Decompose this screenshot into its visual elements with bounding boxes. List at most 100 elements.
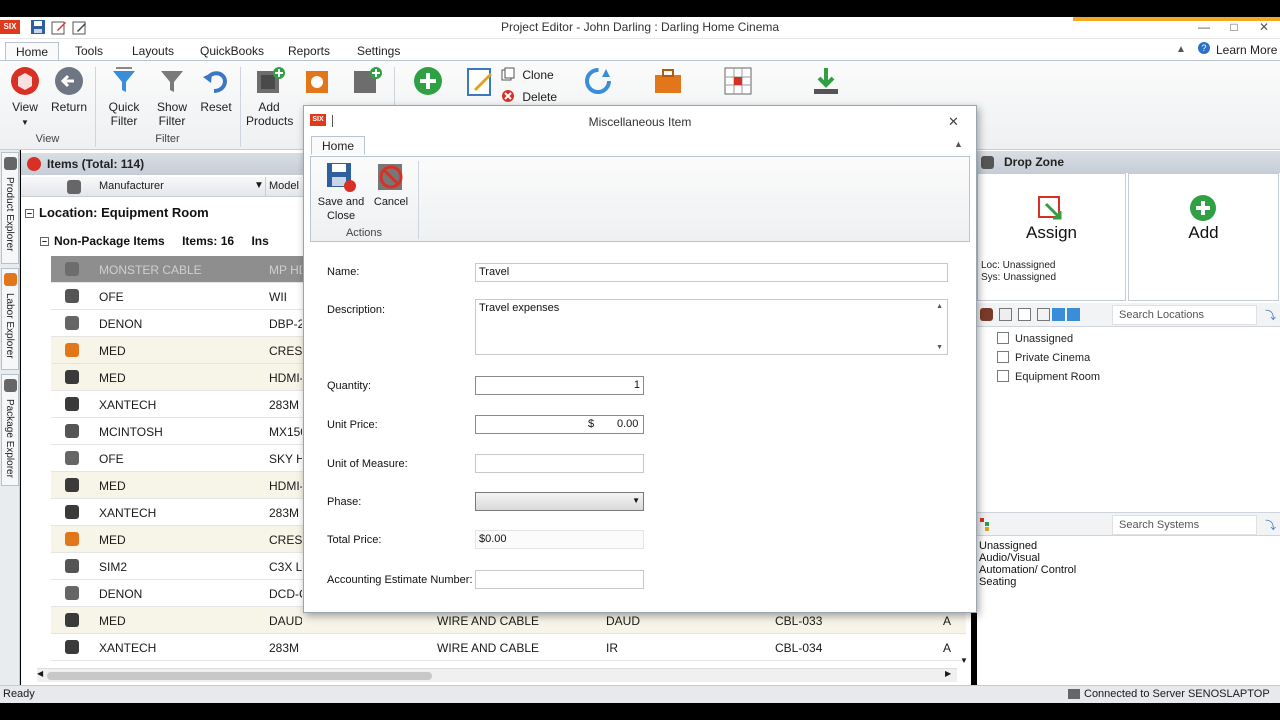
- column-manufacturer[interactable]: Manufacturer: [99, 180, 164, 192]
- quick-filter-button[interactable]: Quick Filter: [102, 65, 146, 128]
- labor-icon: [4, 273, 17, 286]
- location-item-unassigned[interactable]: Unassigned: [997, 332, 1073, 345]
- cancel-label: Cancel: [373, 196, 409, 208]
- new-item-button[interactable]: [410, 65, 446, 100]
- name-field[interactable]: Travel: [475, 263, 948, 282]
- group-count: Items: 16: [182, 234, 235, 248]
- save-close-button[interactable]: Save and Close: [315, 161, 367, 223]
- category-cell: WIRE AND CABLE: [437, 614, 540, 628]
- add-labor-button[interactable]: [300, 65, 336, 100]
- return-label: Return: [50, 100, 88, 114]
- model-cell: DCD-C: [269, 587, 302, 601]
- clone-button[interactable]: Clone: [501, 67, 561, 85]
- dialog-tab-home[interactable]: Home: [311, 136, 366, 155]
- collapse-icon[interactable]: –: [40, 237, 49, 246]
- show-filter-button[interactable]: Show Filter: [150, 65, 194, 128]
- horizontal-scrollbar[interactable]: ◀ ▶: [37, 668, 957, 682]
- group-label-filter: Filter: [155, 133, 180, 145]
- add-products-button[interactable]: Add Products: [246, 65, 293, 128]
- add-package-button[interactable]: [348, 65, 384, 100]
- vertical-scrollbar[interactable]: ▼: [957, 620, 971, 668]
- edit-grid-button[interactable]: [720, 65, 756, 100]
- accounting-estimate-field[interactable]: [475, 570, 644, 589]
- expand-all-icon[interactable]: [1052, 308, 1065, 321]
- scroll-up-icon[interactable]: ▲: [936, 303, 943, 310]
- items-total-title: Items (Total: 114): [47, 157, 145, 171]
- information-button[interactable]: [650, 65, 686, 100]
- location-checkbox[interactable]: [997, 351, 1009, 363]
- reset-button[interactable]: Reset: [198, 65, 234, 114]
- phase-select[interactable]: ▼: [475, 492, 644, 511]
- return-button[interactable]: Return: [50, 65, 88, 114]
- package-group-header[interactable]: – Non-Package Items Items: 16 Ins: [40, 234, 269, 248]
- scroll-down-icon[interactable]: ▼: [936, 344, 943, 351]
- scroll-left-icon[interactable]: ◀: [37, 669, 43, 678]
- collapse-ribbon-icon[interactable]: ▲: [954, 139, 963, 149]
- view-button[interactable]: View ▼: [6, 65, 44, 130]
- location-item-label: Private Cinema: [1015, 352, 1091, 364]
- filter-icon[interactable]: ▼: [254, 180, 264, 191]
- location-group-header[interactable]: – Location: Equipment Room: [25, 205, 209, 220]
- systems-tree-icon[interactable]: [980, 518, 994, 531]
- location-item-private-cinema[interactable]: Private Cinema: [997, 351, 1090, 364]
- package-explorer-label: Package Explorer: [4, 399, 15, 478]
- location-checkbox[interactable]: [997, 370, 1009, 382]
- collapse-ribbon-icon[interactable]: ▲: [1176, 44, 1186, 55]
- manufacturer-cell: MED: [99, 479, 126, 493]
- location-item-equipment-room[interactable]: Equipment Room: [997, 370, 1100, 383]
- tab-layouts[interactable]: Layouts: [122, 42, 184, 61]
- search-arrow-icon[interactable]: ⤵: [1265, 307, 1276, 323]
- collapse-icon[interactable]: –: [25, 209, 34, 218]
- refresh-button[interactable]: [580, 65, 616, 100]
- system-item-unassigned[interactable]: Unassigned: [979, 540, 1037, 552]
- assign-system-info: Sys: Unassigned: [981, 272, 1057, 283]
- add-drop-target[interactable]: Add: [1128, 173, 1279, 301]
- location-tree-icon[interactable]: [980, 308, 993, 321]
- unit-price-field[interactable]: $ 0.00: [475, 415, 644, 434]
- window-title: Project Editor - John Darling : Darling …: [500, 20, 780, 34]
- collapse-all-icon[interactable]: [1067, 308, 1080, 321]
- table-row[interactable]: XANTECH 283M WIRE AND CABLE IR CBL-034 A: [51, 634, 966, 661]
- description-field[interactable]: Travel expenses ▲ ▼: [475, 299, 948, 355]
- column-model[interactable]: Model: [269, 180, 299, 192]
- search-locations-input[interactable]: Search Locations: [1112, 305, 1257, 325]
- grid-view-icon[interactable]: [1037, 308, 1050, 321]
- assign-drop-target[interactable]: Assign Loc: Unassigned Sys: Unassigned: [977, 173, 1126, 301]
- cancel-button[interactable]: Cancel: [371, 161, 411, 209]
- location-item-label: Equipment Room: [1015, 371, 1100, 383]
- scroll-down-icon[interactable]: ▼: [960, 656, 968, 665]
- tab-quickbooks[interactable]: QuickBooks: [190, 42, 274, 61]
- system-item-seating[interactable]: Seating: [979, 576, 1016, 588]
- tab-labor-explorer[interactable]: Labor Explorer: [1, 268, 19, 370]
- tab-package-explorer[interactable]: Package Explorer: [1, 374, 19, 486]
- dialog-close-button[interactable]: ✕: [948, 114, 959, 130]
- edit-item-button[interactable]: [462, 65, 498, 100]
- search-arrow-icon[interactable]: ⤵: [1265, 517, 1276, 533]
- quantity-field[interactable]: 1: [475, 376, 644, 395]
- unit-of-measure-field[interactable]: [475, 454, 644, 473]
- item-type-icon: [65, 451, 79, 465]
- scroll-right-icon[interactable]: ▶: [945, 669, 951, 678]
- help-icon[interactable]: ?: [1198, 42, 1210, 54]
- scrollbar-thumb[interactable]: [47, 672, 432, 680]
- tab-reports[interactable]: Reports: [278, 42, 340, 61]
- location-checkbox[interactable]: [997, 332, 1009, 344]
- assign-label: Assign: [1025, 223, 1078, 242]
- manufacturer-cell: MED: [99, 371, 126, 385]
- tab-home[interactable]: Home: [5, 42, 60, 61]
- tab-tools[interactable]: Tools: [65, 42, 113, 61]
- system-item-automation[interactable]: Automation/ Control: [979, 564, 1076, 576]
- model-cell: MP HD: [269, 263, 302, 277]
- tab-settings[interactable]: Settings: [347, 42, 410, 61]
- search-systems-input[interactable]: Search Systems: [1112, 515, 1257, 535]
- learn-more-link[interactable]: Learn More: [1216, 43, 1277, 57]
- subcategory-cell: DAUD: [606, 614, 641, 628]
- download-button[interactable]: [808, 65, 844, 100]
- manufacturer-cell: XANTECH: [99, 398, 157, 412]
- tab-product-explorer[interactable]: Product Explorer: [1, 152, 19, 264]
- item-type-icon: [65, 289, 79, 303]
- system-item-audio-visual[interactable]: Audio/Visual: [979, 552, 1040, 564]
- uncheck-all-icon[interactable]: [1018, 308, 1031, 321]
- cube-icon: [9, 65, 41, 97]
- check-all-icon[interactable]: [999, 308, 1012, 321]
